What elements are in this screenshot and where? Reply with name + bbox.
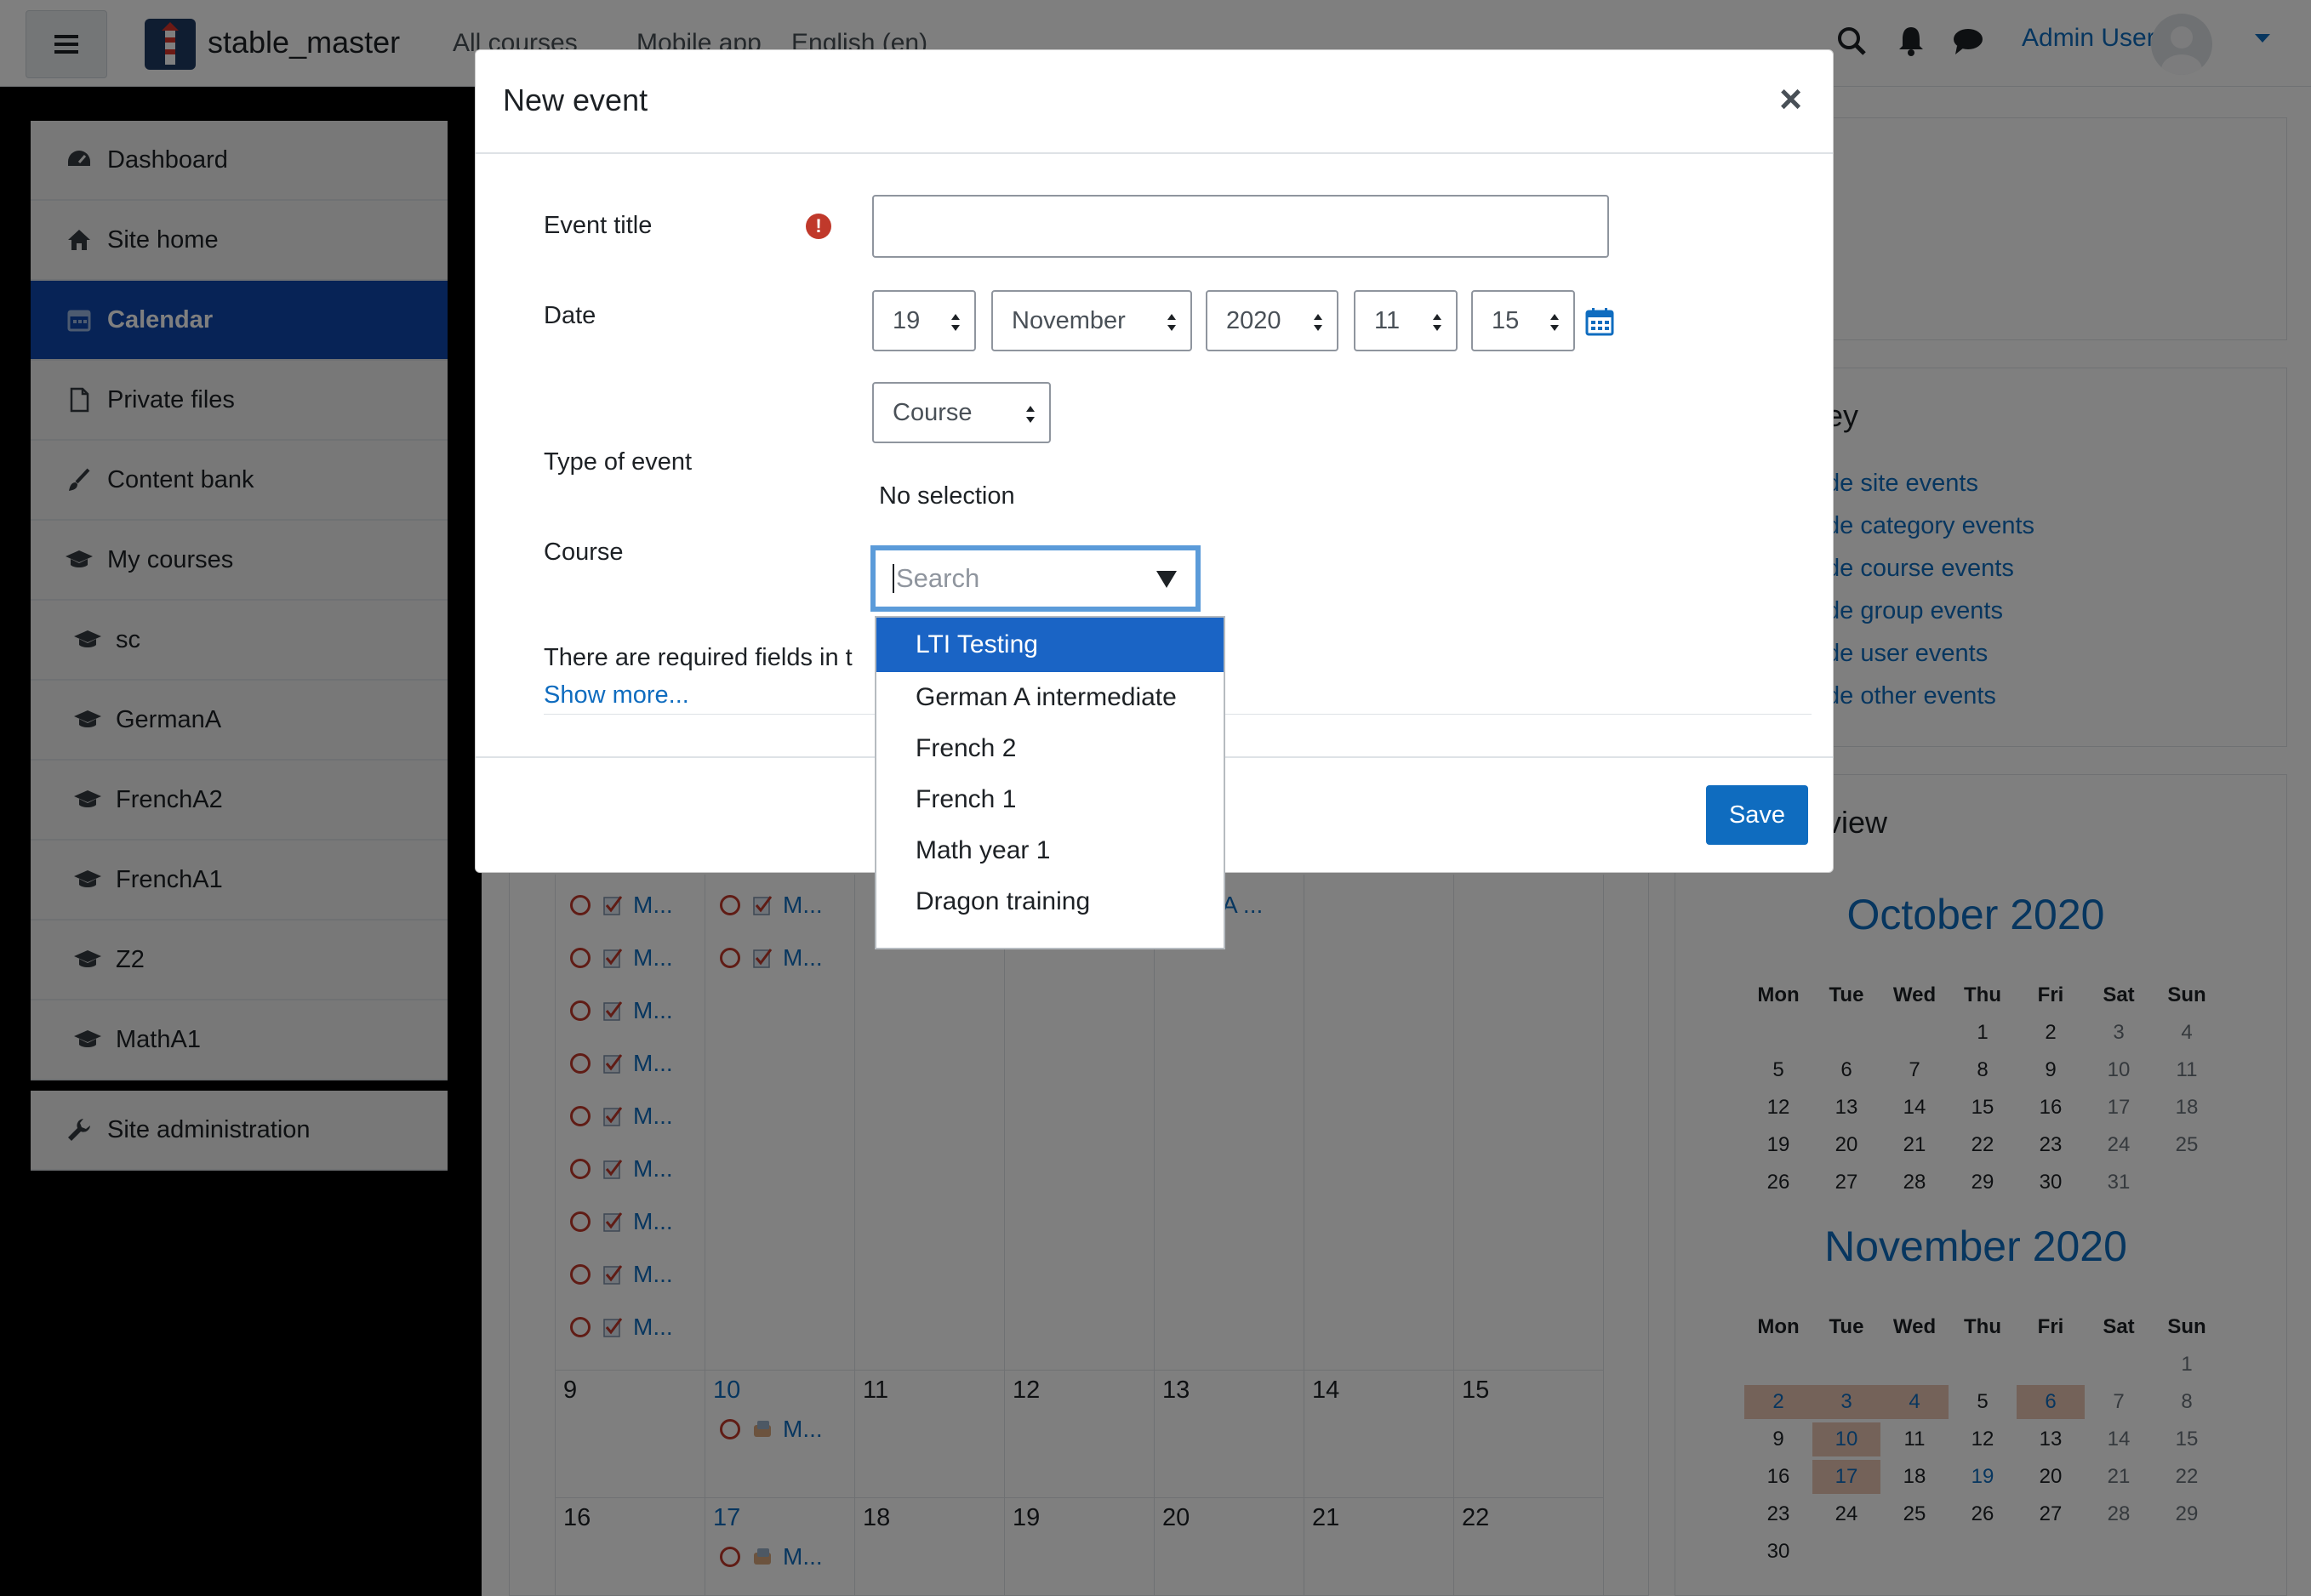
date-label: Date (544, 302, 596, 329)
event-title-label: Event title (544, 212, 653, 239)
date-minute-select[interactable]: 15 (1471, 290, 1575, 351)
select-sort-icon (1433, 314, 1441, 331)
date-day-select[interactable]: 19 (872, 290, 976, 351)
type-of-event-label: Type of event (544, 448, 693, 476)
course-dropdown-list: LTI Testing German A intermediate French… (875, 616, 1225, 949)
select-sort-icon (1550, 314, 1559, 331)
save-button[interactable]: Save (1706, 785, 1808, 845)
course-option-lti-testing[interactable]: LTI Testing (876, 618, 1224, 672)
modal-title: New event (503, 83, 648, 117)
date-hour-select[interactable]: 11 (1354, 290, 1458, 351)
close-icon[interactable]: × (1779, 76, 1802, 122)
modal-header: New event × (476, 50, 1833, 154)
select-sort-icon (1026, 406, 1035, 423)
course-option-math-year-1[interactable]: Math year 1 (876, 825, 1224, 876)
course-label: Course (544, 539, 624, 566)
required-icon: ! (806, 214, 831, 239)
dropdown-triangle-icon[interactable] (1156, 571, 1177, 588)
date-month-select[interactable]: November (991, 290, 1192, 351)
date-year-select[interactable]: 2020 (1206, 290, 1338, 351)
select-sort-icon (1314, 314, 1322, 331)
course-option-french-1[interactable]: French 1 (876, 774, 1224, 825)
course-option-german-a-intermediate[interactable]: German A intermediate (876, 672, 1224, 723)
course-option-dragon-training[interactable]: Dragon training (876, 876, 1224, 927)
event-title-input[interactable] (872, 195, 1609, 258)
select-sort-icon (951, 314, 960, 331)
select-sort-icon (1167, 314, 1176, 331)
required-fields-note: There are required fields in t (544, 644, 853, 671)
course-option-french-2[interactable]: French 2 (876, 723, 1224, 774)
calendar-picker-icon[interactable] (1585, 307, 1614, 336)
type-of-event-select[interactable]: Course (872, 382, 1051, 443)
show-more-link[interactable]: Show more... (544, 681, 689, 710)
course-no-selection: No selection (879, 482, 1015, 510)
course-search-placeholder: Search (896, 563, 980, 593)
course-search-input[interactable]: Search (870, 545, 1201, 612)
